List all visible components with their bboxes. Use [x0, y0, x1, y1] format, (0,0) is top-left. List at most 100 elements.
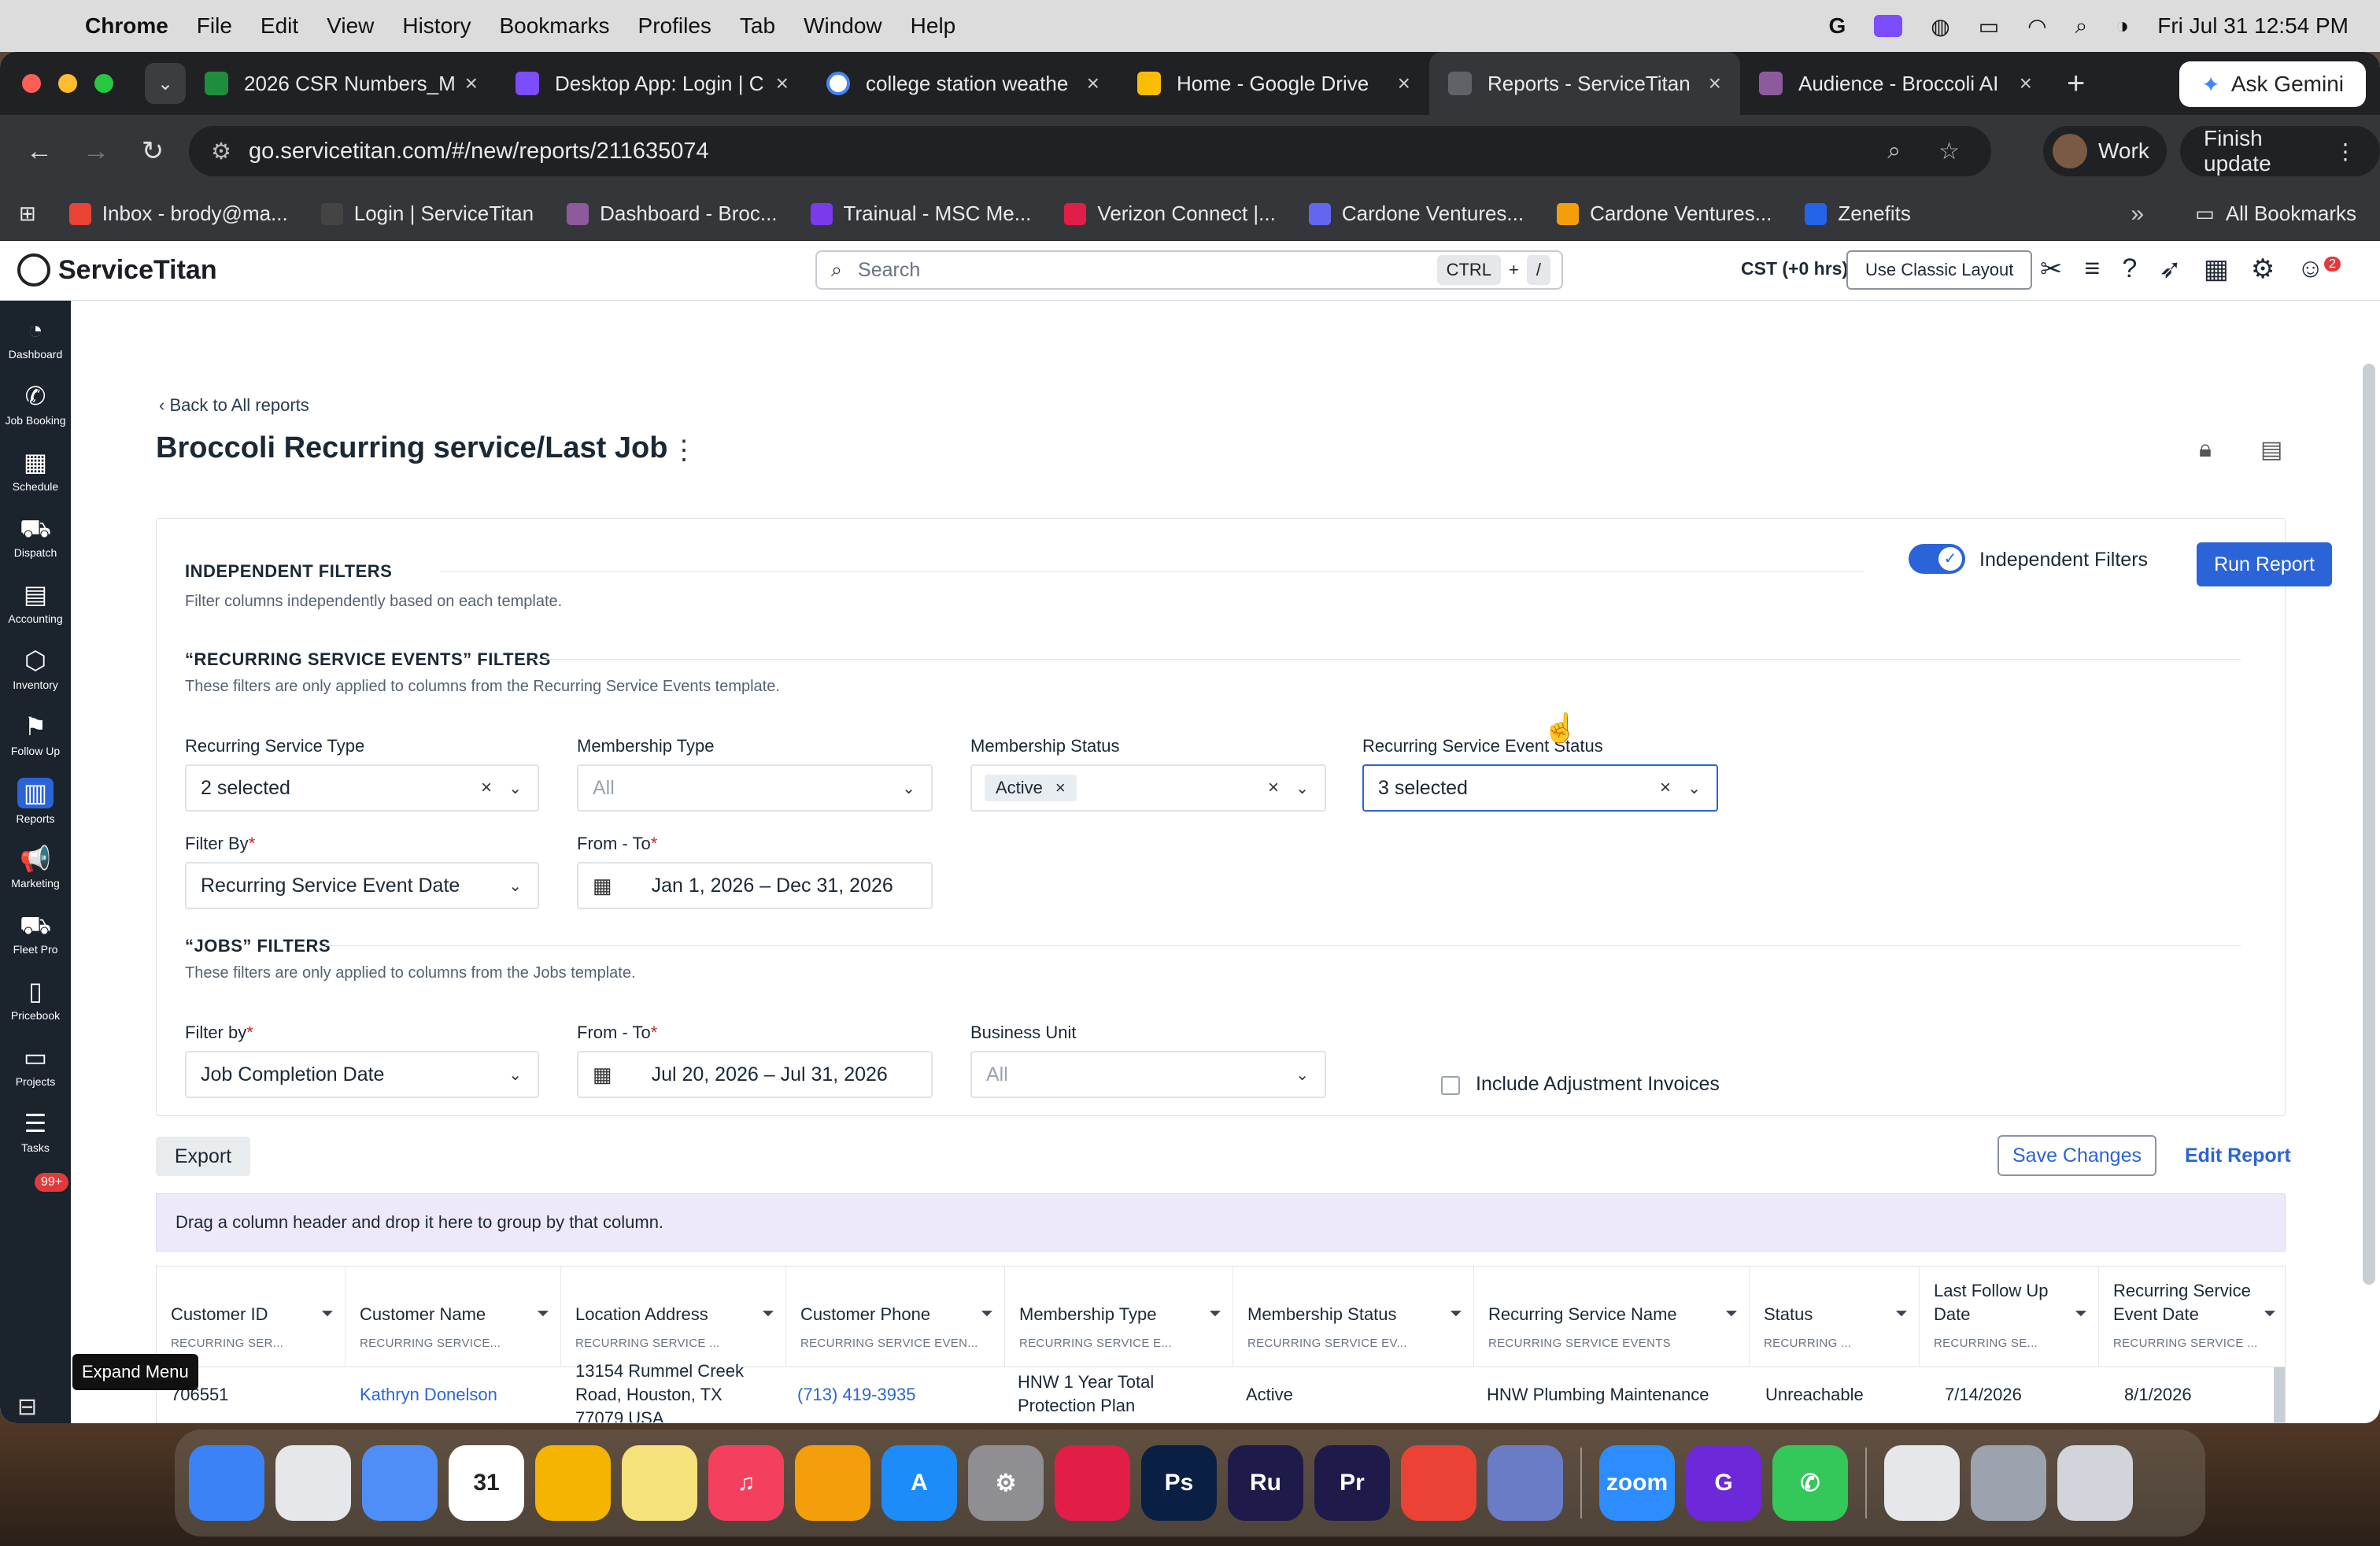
- filter-funnel-icon[interactable]: ⏷: [2264, 1305, 2276, 1323]
- horizontal-scrollbar[interactable]: [2274, 1367, 2285, 1422]
- dock-creative-cloud-icon[interactable]: [1055, 1445, 1130, 1521]
- nav-item-inventory[interactable]: ⬡ Inventory: [0, 636, 71, 702]
- filter-funnel-icon[interactable]: ⏷: [2075, 1305, 2087, 1323]
- dock-rush-icon[interactable]: Ru: [1228, 1445, 1303, 1521]
- nav-item-tasks[interactable]: ☰ Tasks: [0, 1099, 71, 1165]
- column-header[interactable]: Customer Name RECURRING SERVICE... ⏷: [346, 1267, 561, 1367]
- dock-phone-icon[interactable]: ✆: [1772, 1445, 1848, 1521]
- bookmark-3[interactable]: Trainual - MSC Me...: [810, 202, 1031, 226]
- dock-notes-icon[interactable]: [622, 1445, 697, 1521]
- expand-menu-icon[interactable]: ⊟: [17, 1393, 37, 1421]
- business-unit-select[interactable]: All ⌄: [970, 1051, 1326, 1098]
- grammarly-icon[interactable]: G: [1828, 13, 1846, 39]
- dock-docs-stack-icon[interactable]: [1884, 1445, 1960, 1521]
- global-search-input[interactable]: ⌕ Search CTRL + /: [815, 250, 1563, 290]
- dock-simulator-icon[interactable]: [1488, 1445, 1563, 1521]
- clear-icon[interactable]: ×: [1660, 777, 1671, 799]
- bookmark-star-icon[interactable]: ☆: [1938, 138, 1960, 165]
- menu-help[interactable]: Help: [911, 13, 956, 39]
- dock-g-app-icon[interactable]: G: [1686, 1445, 1761, 1521]
- dock-mail-icon[interactable]: [362, 1445, 438, 1521]
- menu-bookmarks[interactable]: Bookmarks: [499, 13, 609, 39]
- include-adjustment-label[interactable]: Include Adjustment Invoices: [1476, 1073, 1720, 1096]
- dock-pages-icon[interactable]: [795, 1445, 870, 1521]
- nav-item-dashboard[interactable]: ◔ Dashboard: [0, 305, 71, 372]
- tab-2[interactable]: college station weathe ×: [808, 52, 1118, 115]
- wifi-icon[interactable]: ◠: [2027, 13, 2046, 39]
- clear-icon[interactable]: ×: [1268, 777, 1279, 799]
- control-center-icon[interactable]: ◑: [2116, 13, 2129, 39]
- menu-app-name[interactable]: Chrome: [85, 13, 168, 39]
- bookmark-1[interactable]: Login | ServiceTitan: [320, 202, 534, 226]
- clear-icon[interactable]: ×: [481, 777, 492, 799]
- save-changes-button[interactable]: Save Changes: [1998, 1135, 2156, 1176]
- column-header[interactable]: Membership Status RECURRING SERVICE EV...…: [1233, 1267, 1474, 1367]
- lock-icon[interactable]: 🔒︎: [2199, 436, 2212, 463]
- notifications-avatar-icon[interactable]: ☺ 2: [2297, 253, 2341, 285]
- date-range-input[interactable]: ▦ Jan 1, 2026 – Dec 31, 2026: [577, 862, 933, 909]
- tab-search-chevron-icon[interactable]: ⌄: [145, 63, 186, 104]
- nav-item-fleet-pro[interactable]: ⛟ Fleet Pro: [0, 901, 71, 967]
- menu-window[interactable]: Window: [804, 13, 882, 39]
- export-button[interactable]: Export: [156, 1137, 250, 1176]
- filter-funnel-icon[interactable]: ⏷: [1725, 1305, 1738, 1323]
- column-header[interactable]: Customer ID RECURRING SER... ⏷: [157, 1267, 346, 1367]
- menu-profiles[interactable]: Profiles: [638, 13, 711, 39]
- group-by-drop-zone[interactable]: Drag a column header and drop it here to…: [156, 1193, 2286, 1252]
- back-arrow-icon[interactable]: ←: [22, 136, 57, 167]
- column-header[interactable]: Recurring Service Name RECURRING SERVICE …: [1474, 1267, 1750, 1367]
- menu-view[interactable]: View: [327, 13, 374, 39]
- use-classic-layout-button[interactable]: Use Classic Layout: [1846, 250, 2033, 290]
- edit-report-link[interactable]: Edit Report: [2185, 1145, 2291, 1167]
- ask-gemini-button[interactable]: ✦ Ask Gemini: [2179, 61, 2366, 107]
- menubar-clock[interactable]: Fri Jul 31 12:54 PM: [2157, 13, 2349, 39]
- rocket-icon[interactable]: ➶: [2159, 253, 2182, 285]
- help-icon[interactable]: ?: [2122, 253, 2137, 285]
- zoom-window-button[interactable]: [94, 74, 113, 93]
- list-view-icon[interactable]: ▤: [2260, 436, 2282, 464]
- column-header[interactable]: Status RECURRING ... ⏷: [1750, 1267, 1920, 1367]
- servicetitan-logo[interactable]: ServiceTitan: [17, 253, 217, 287]
- tools-icon[interactable]: ✂: [2040, 253, 2063, 285]
- nav-item-job-booking[interactable]: ✆ Job Booking: [0, 372, 71, 438]
- nav-item-projects[interactable]: ▭ Projects: [0, 1033, 71, 1099]
- tab-5[interactable]: Audience - Broccoli AI ×: [1740, 52, 2051, 115]
- dock-launchpad-icon[interactable]: [275, 1445, 351, 1521]
- dock-photoshop-icon[interactable]: Ps: [1141, 1445, 1217, 1521]
- siri-icon[interactable]: ◍: [1931, 13, 1949, 39]
- rse-status-select[interactable]: 3 selected × ⌄: [1362, 764, 1718, 812]
- dock-trash-icon[interactable]: [2057, 1445, 2133, 1521]
- close-tab-icon[interactable]: ×: [1087, 71, 1099, 96]
- membership-type-select[interactable]: All ⌄: [577, 764, 933, 812]
- tab-1[interactable]: Desktop App: Login | C ×: [497, 52, 808, 115]
- menu-file[interactable]: File: [197, 13, 232, 39]
- zoom-magnifier-icon[interactable]: ⌕: [1887, 138, 1901, 165]
- dock-music-icon[interactable]: ♫: [708, 1445, 784, 1521]
- remove-chip-icon[interactable]: ×: [1055, 778, 1066, 798]
- settings-gear-icon[interactable]: ⚙: [2251, 253, 2275, 285]
- jobs-filter-by-select[interactable]: Job Completion Date ⌄: [185, 1051, 539, 1098]
- bookmark-5[interactable]: Cardone Ventures...: [1308, 202, 1524, 226]
- include-adjustment-checkbox[interactable]: [1441, 1076, 1460, 1095]
- profile-button[interactable]: Work: [2043, 126, 2167, 176]
- bookmark-2[interactable]: Dashboard - Broc...: [567, 202, 778, 226]
- tab-3[interactable]: Home - Google Drive ×: [1118, 52, 1429, 115]
- jobs-date-range-input[interactable]: ▦ Jul 20, 2026 – Jul 31, 2026: [577, 1051, 933, 1098]
- close-tab-icon[interactable]: ×: [2020, 71, 2032, 96]
- recurring-service-type-select[interactable]: 2 selected × ⌄: [185, 764, 539, 812]
- dock-finder-icon[interactable]: [189, 1445, 264, 1521]
- filter-by-select[interactable]: Recurring Service Event Date ⌄: [185, 862, 539, 909]
- dock-app-store-icon[interactable]: A: [881, 1445, 957, 1521]
- forward-arrow-icon[interactable]: →: [79, 136, 113, 167]
- nav-item-dispatch[interactable]: ⛟ Dispatch: [0, 504, 71, 570]
- address-bar[interactable]: ⚙ go.servicetitan.com/#/new/reports/2116…: [189, 126, 1991, 176]
- filter-funnel-icon[interactable]: ⏷: [981, 1305, 993, 1323]
- dock-calendar-icon[interactable]: 31: [449, 1445, 524, 1521]
- column-header[interactable]: Customer Phone RECURRING SERVICE EVEN... ⏷: [786, 1267, 1005, 1367]
- new-tab-plus-icon[interactable]: +: [2067, 66, 2085, 102]
- filter-funnel-icon[interactable]: ⏷: [1895, 1305, 1908, 1323]
- close-tab-icon[interactable]: ×: [776, 71, 789, 96]
- vertical-scrollbar[interactable]: [2363, 364, 2375, 1285]
- bookmark-6[interactable]: Cardone Ventures...: [1557, 202, 1772, 226]
- nav-item-follow-up[interactable]: ⚑ Follow Up: [0, 702, 71, 768]
